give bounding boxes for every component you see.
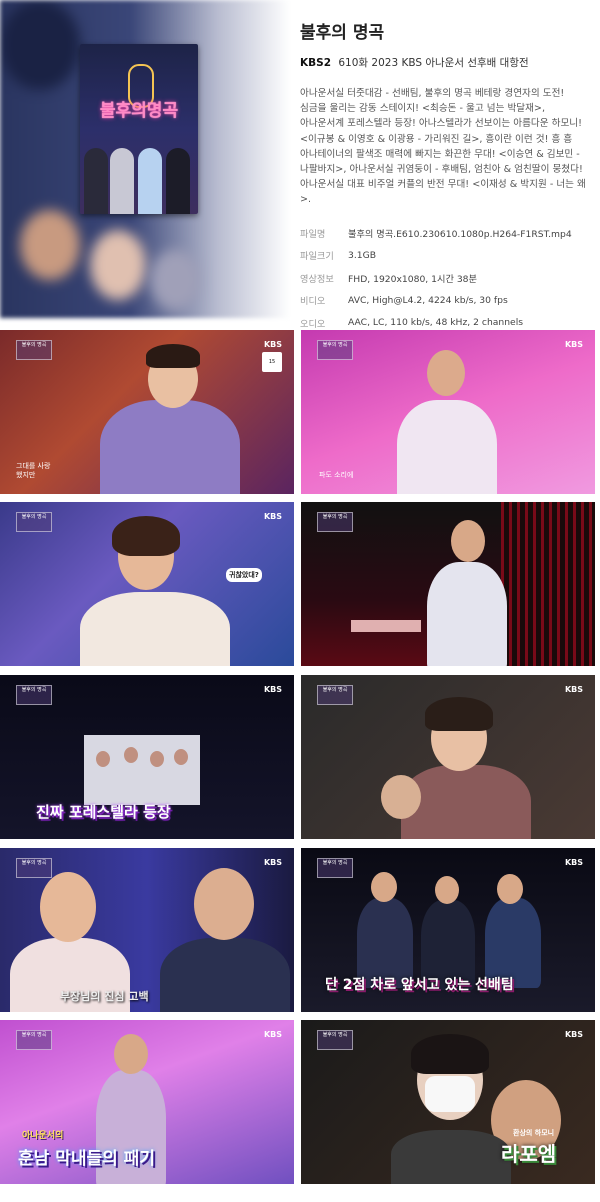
screenshot-3[interactable]: 불후의 명곡 KBS 귀찮았대?: [0, 502, 294, 666]
show-badge: 불후의 명곡: [317, 1030, 353, 1050]
kbs-logo: KBS: [263, 858, 282, 867]
caption-7: 부장님의 진심 고백: [60, 990, 149, 1003]
show-info: 불후의 명곡 KBS2 610화 2023 KBS 아나운서 선후배 대항전 아…: [300, 18, 590, 334]
kbs-logo: KBS: [263, 512, 282, 521]
show-badge: 불후의 명곡: [16, 512, 52, 532]
show-header: 불후의명곡 불후의 명곡 KBS2 610화 2023 KBS 아나운서 선후배…: [0, 0, 600, 330]
episode-description: 아나운서실 터줏대감 - 선배팀, 불후의 명곡 베테랑 경연자의 도전! 심금…: [300, 88, 586, 206]
kbs-logo: KBS: [564, 858, 583, 867]
screenshot-9[interactable]: 불후의 명곡 KBS 아나운서의 훈남 막내들의 패기: [0, 1020, 294, 1184]
kbs-logo: KBS: [564, 1030, 583, 1039]
caption-10-small: 환상의 하모니: [513, 1129, 555, 1137]
screenshot-10[interactable]: 불후의 명곡 KBS 환상의 하모니 라포엠: [301, 1020, 595, 1184]
caption-9-top: 아나운서의: [22, 1131, 64, 1141]
screenshot-8[interactable]: 불후의 명곡 KBS 단 2점 차로 앞서고 있는 선배팀: [301, 848, 595, 1012]
caption-10-main: 라포엠: [501, 1142, 557, 1166]
screenshot-6[interactable]: 불후의 명곡 KBS: [301, 675, 595, 839]
kbs-logo: KBS: [564, 340, 583, 349]
episode-label: 610화 2023 KBS 아나운서 선후배 대항전: [338, 57, 529, 69]
show-badge: 불후의 명곡: [16, 340, 52, 360]
meta-row-video: 비디오 AVC, High@L4.2, 4224 kb/s, 30 fps: [300, 294, 508, 308]
show-badge: 불후의 명곡: [317, 512, 353, 532]
episode-subtitle: KBS2 610화 2023 KBS 아나운서 선후배 대항전: [300, 55, 590, 70]
screenshot-1[interactable]: 불후의 명곡 KBS 15 그대를 사랑했지만: [0, 330, 294, 494]
poster-logo: 불후의명곡: [99, 101, 179, 121]
caption-8-text: 단 2점 차로 앞서고 있는 선배팀: [325, 977, 514, 993]
caption-8: 단 2점 차로 앞서고 있는 선배팀: [325, 974, 514, 994]
kbs-logo: KBS: [564, 685, 583, 694]
caption-9-main: 훈남 막내들의 패기: [18, 1149, 155, 1169]
face-mask: [425, 1076, 475, 1112]
caption-3: 귀찮았대?: [226, 568, 262, 582]
show-badge: 불후의 명곡: [16, 1030, 52, 1050]
poster-image[interactable]: 불후의명곡: [80, 44, 198, 214]
screenshot-4[interactable]: 불후의 명곡 KBS: [301, 502, 595, 666]
kbs-logo: KBS: [263, 1030, 282, 1039]
caption-1: 그대를 사랑했지만: [16, 462, 51, 479]
channel-label: KBS2: [300, 57, 332, 69]
show-badge: 불후의 명곡: [317, 685, 353, 705]
meta-row-filename: 파일명 불후의 명곡.E610.230610.1080p.H264-F1RST.m…: [300, 228, 572, 240]
meta-row-filesize: 파일크기 3.1GB: [300, 249, 377, 263]
rating-badge: 15: [262, 352, 282, 372]
screenshot-7[interactable]: 불후의 명곡 KBS 부장님의 진심 고백: [0, 848, 294, 1012]
kbs-logo: KBS: [263, 340, 282, 349]
kbs-logo: KBS: [263, 685, 282, 694]
show-title: 불후의 명곡: [300, 23, 385, 43]
file-meta: 파일명 불후의 명곡.E610.230610.1080p.H264-F1RST.m…: [300, 222, 590, 335]
caption-5: 진짜 포레스텔라 등장: [36, 803, 171, 821]
show-badge: 불후의 명곡: [317, 340, 353, 360]
show-badge: 불후의 명곡: [16, 858, 52, 878]
show-badge: 불후의 명곡: [317, 858, 353, 878]
screenshot-2[interactable]: 불후의 명곡 KBS 파도 소리에: [301, 330, 595, 494]
show-badge: 불후의 명곡: [16, 685, 52, 705]
meta-row-video-info: 영상정보 FHD, 1920x1080, 1시간 38분: [300, 273, 477, 285]
caption-2: 파도 소리에: [319, 471, 354, 479]
screenshot-5[interactable]: 불후의 명곡 KBS 진짜 포레스텔라 등장: [0, 675, 294, 839]
